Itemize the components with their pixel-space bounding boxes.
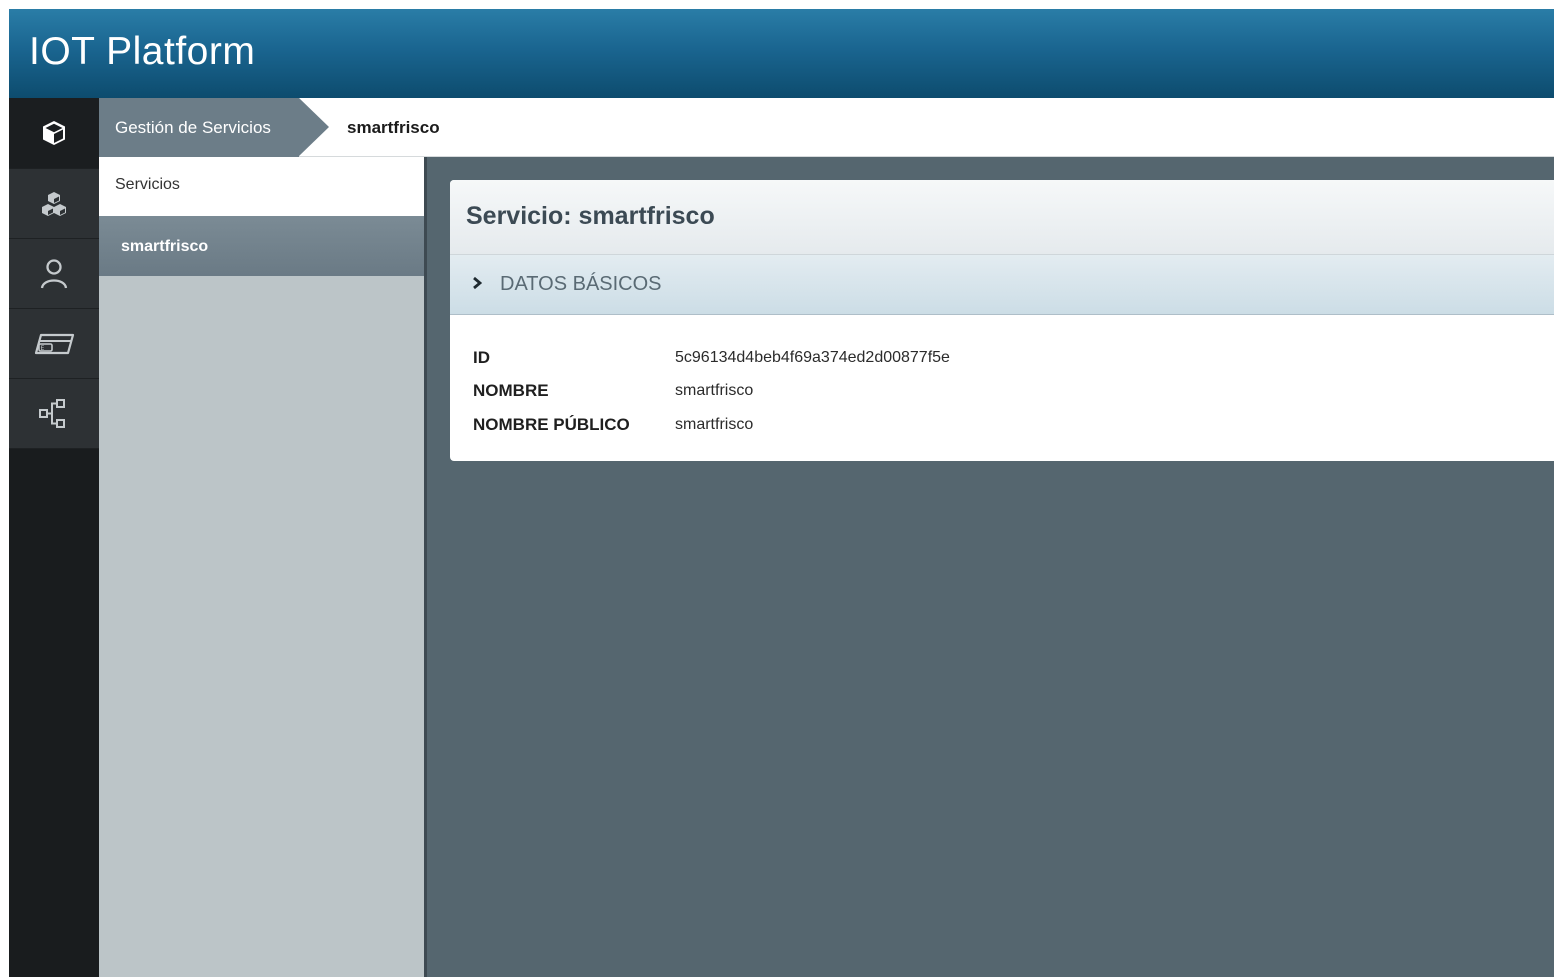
rail-item-flows[interactable] bbox=[9, 379, 99, 449]
card-icon: E bbox=[34, 333, 75, 354]
app-title: IOT Platform bbox=[29, 30, 256, 73]
app-header: IOT Platform bbox=[9, 9, 1554, 98]
detail-key: NOMBRE PÚBLICO bbox=[473, 414, 630, 434]
breadcrumb-current: smartfrisco bbox=[347, 118, 440, 137]
chevron-right-icon bbox=[472, 273, 483, 296]
rail-item-users[interactable] bbox=[9, 239, 99, 309]
svg-text:E: E bbox=[41, 345, 45, 352]
breadcrumb-arrow bbox=[299, 98, 329, 156]
detail-key: ID bbox=[473, 347, 490, 367]
services-sidebar: Servicios smartfrisco bbox=[99, 157, 427, 977]
rail-item-services[interactable] bbox=[9, 98, 99, 169]
section-toggle-basic-data[interactable]: DATOS BÁSICOS bbox=[450, 255, 1554, 315]
detail-value: 5c96134d4beb4f69a374ed2d00877f5e bbox=[675, 348, 950, 366]
detail-row: NOMBRE PÚBLICO smartfrisco bbox=[473, 408, 1554, 442]
sidebar-header: Servicios bbox=[99, 157, 424, 216]
icon-rail: E bbox=[9, 98, 99, 977]
user-icon bbox=[40, 258, 68, 288]
app-window: IOT Platform E Gestión de Servicios smar… bbox=[9, 9, 1554, 977]
service-card: Servicio: smartfrisco DATOS BÁSICOS ID 5… bbox=[450, 180, 1554, 461]
cube-icon bbox=[43, 121, 65, 145]
detail-value: smartfrisco bbox=[675, 415, 754, 433]
rail-item-subservices[interactable] bbox=[9, 169, 99, 239]
details-list: ID 5c96134d4beb4f69a374ed2d00877f5e NOMB… bbox=[450, 315, 1554, 442]
detail-value: smartfrisco bbox=[675, 382, 754, 400]
sidebar-item-smartfrisco[interactable]: smartfrisco bbox=[99, 216, 424, 276]
cubes-icon bbox=[42, 191, 66, 216]
rail-item-devices[interactable]: E bbox=[9, 309, 99, 379]
page-title: Servicio: smartfrisco bbox=[450, 180, 1554, 255]
breadcrumb-root-link[interactable]: Gestión de Servicios bbox=[99, 98, 299, 157]
detail-row: ID 5c96134d4beb4f69a374ed2d00877f5e bbox=[473, 341, 1554, 375]
breadcrumb: Gestión de Servicios smartfrisco bbox=[99, 98, 1554, 157]
detail-row: NOMBRE smartfrisco bbox=[473, 375, 1554, 409]
flow-icon bbox=[39, 398, 65, 428]
detail-key: NOMBRE bbox=[473, 381, 549, 401]
section-title: DATOS BÁSICOS bbox=[500, 273, 662, 295]
